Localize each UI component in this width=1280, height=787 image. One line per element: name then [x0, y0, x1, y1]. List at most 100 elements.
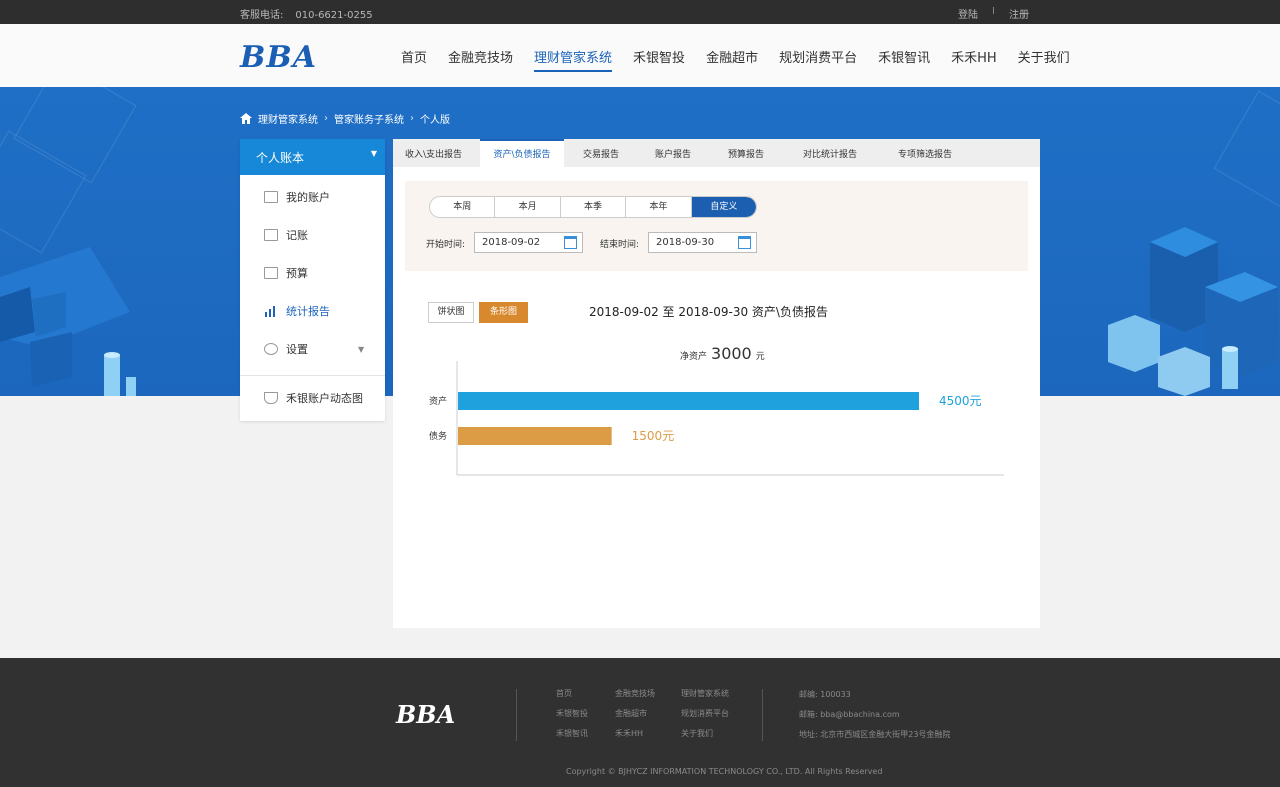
tab-asset-liability[interactable]: 资产\负债报告 [480, 139, 564, 167]
bar-chart: 资产 4500元债务 1500元 [429, 361, 1004, 476]
footer-link[interactable]: 禾银智讯 [556, 728, 588, 739]
sidebar: 个人账本 ▼ 我的账户 记账 预算 统计报告 设置 ▼ 禾银账户动态图 [240, 139, 385, 421]
period-custom[interactable]: 自定义 [691, 197, 756, 217]
report-tabs: 收入\支出报告 资产\负债报告 交易报告 账户报告 预算报告 对比统计报告 专项… [393, 139, 1040, 167]
footer-link[interactable]: 金融竞技场 [615, 688, 655, 699]
nav-hh[interactable]: 禾禾HH [951, 47, 997, 72]
end-date-field[interactable]: 2018-09-30 [648, 232, 757, 253]
footer-link[interactable]: 首页 [556, 688, 572, 699]
login-link[interactable]: 登陆 [958, 6, 978, 21]
calculator-icon [264, 267, 278, 279]
breadcrumb: 理财管家系统 › 管家账务子系统 › 个人版 [240, 111, 450, 126]
period-month[interactable]: 本月 [495, 197, 561, 217]
header: BBA 首页 金融竞技场 理财管家系统 禾银智投 金融超市 规划消费平台 禾银智… [0, 24, 1280, 87]
copyright: Copyright © BJHYCZ INFORMATION TECHNOLOG… [566, 767, 883, 776]
nav-wealth-system[interactable]: 理财管家系统 [534, 47, 613, 72]
bar-chart-icon [264, 305, 278, 317]
sidebar-item-label: 预算 [286, 267, 308, 280]
service-phone: 客服电话: 010-6621-0255 [240, 6, 373, 21]
tab-income-expense[interactable]: 收入\支出报告 [405, 139, 462, 167]
sidebar-item-label: 禾银账户动态图 [286, 392, 363, 405]
phone-number: 010-6621-0255 [295, 10, 373, 21]
gear-icon [264, 343, 278, 355]
sidebar-item-statistics[interactable]: 统计报告 [264, 303, 330, 319]
report-title: 2018-09-02 至 2018-09-30 资产\负债报告 [589, 305, 828, 319]
tab-comparison[interactable]: 对比统计报告 [803, 139, 857, 167]
data-label: 1500元 [632, 429, 675, 443]
sidebar-item-label: 统计报告 [286, 305, 330, 318]
footer-logo: BBA [396, 700, 456, 729]
breadcrumb-item[interactable]: 理财管家系统 [258, 111, 318, 126]
sidebar-item-settings[interactable]: 设置 ▼ [264, 341, 364, 357]
category-label: 资产 [429, 395, 447, 407]
bar [458, 392, 919, 410]
nav-home[interactable]: 首页 [401, 47, 427, 72]
footer-postcode: 邮编: 100033 [799, 690, 851, 699]
breadcrumb-item: 个人版 [420, 115, 450, 126]
footer-link[interactable]: 禾银智投 [556, 708, 588, 719]
chevron-right-icon: › [324, 113, 328, 124]
period-quarter[interactable]: 本季 [561, 197, 627, 217]
nav-smart-invest[interactable]: 禾银智投 [633, 47, 685, 72]
sidebar-item-label: 设置 [286, 343, 308, 356]
footer-link[interactable]: 规划消费平台 [681, 708, 729, 719]
phone-label: 客服电话: [240, 10, 284, 21]
footer-link[interactable]: 理财管家系统 [681, 688, 729, 699]
tab-budget[interactable]: 预算报告 [728, 139, 764, 167]
sidebar-item-dynamics[interactable]: 禾银账户动态图 [264, 390, 363, 406]
sidebar-item-label: 我的账户 [286, 191, 330, 204]
divider [240, 375, 385, 376]
sidebar-item-bookkeeping[interactable]: 记账 [264, 227, 308, 243]
nav-news[interactable]: 禾银智讯 [878, 47, 930, 72]
caret-down-icon: ▼ [358, 344, 365, 354]
filter-box: 本周 本月 本季 本年 自定义 开始时间: 2018-09-02 结束时间: 2… [405, 181, 1028, 271]
footer-email: 邮箱: bba@bbachina.com [799, 710, 900, 719]
edit-icon [264, 229, 278, 241]
footer-link[interactable]: 关于我们 [681, 728, 713, 739]
sidebar-item-label: 记账 [286, 229, 308, 242]
calendar-icon[interactable] [738, 236, 751, 249]
tab-transactions[interactable]: 交易报告 [583, 139, 619, 167]
tab-accounts[interactable]: 账户报告 [655, 139, 691, 167]
chevron-right-icon: › [410, 113, 414, 124]
sidebar-title: 个人账本 [256, 151, 305, 165]
nav-finance-market[interactable]: 金融超市 [706, 47, 758, 72]
start-date-label: 开始时间: [426, 240, 466, 250]
footer: BBA 首页 金融竞技场 理财管家系统 禾银智投 金融超市 规划消费平台 禾银智… [0, 658, 1280, 787]
top-bar: 客服电话: 010-6621-0255 登陆 I 注册 [0, 0, 1280, 24]
divider: I [992, 6, 995, 17]
data-label: 4500元 [939, 394, 982, 408]
footer-link[interactable]: 禾禾HH [615, 728, 643, 739]
bar-chart-button[interactable]: 条形图 [479, 302, 528, 323]
end-date-value: 2018-09-30 [656, 237, 715, 248]
footer-address: 地址: 北京市西城区金融大街甲23号金融院 [799, 730, 951, 739]
report-panel: 收入\支出报告 资产\负债报告 交易报告 账户报告 预算报告 对比统计报告 专项… [393, 139, 1040, 628]
chart-icon [264, 392, 278, 404]
divider [516, 689, 517, 741]
home-icon[interactable] [240, 113, 252, 124]
sidebar-item-accounts[interactable]: 我的账户 [264, 189, 330, 205]
divider [762, 689, 763, 741]
start-date-field[interactable]: 2018-09-02 [474, 232, 583, 253]
breadcrumb-item[interactable]: 管家账务子系统 [334, 111, 404, 126]
end-date-label: 结束时间: [600, 240, 640, 250]
sidebar-item-budget[interactable]: 预算 [264, 265, 308, 281]
tab-special-filter[interactable]: 专项筛选报告 [898, 139, 952, 167]
period-selector: 本周 本月 本季 本年 自定义 [429, 196, 757, 218]
period-year[interactable]: 本年 [626, 197, 692, 217]
register-link[interactable]: 注册 [1009, 6, 1029, 21]
asset-liability-chart: 净资产 3000 元 资产 4500元 债务 1500元 [393, 329, 1040, 489]
pie-chart-button[interactable]: 饼状图 [428, 302, 474, 323]
period-week[interactable]: 本周 [430, 197, 496, 217]
nav-arena[interactable]: 金融竞技场 [448, 47, 513, 72]
nav-consumption[interactable]: 规划消费平台 [779, 47, 857, 72]
footer-link[interactable]: 金融超市 [615, 708, 647, 719]
caret-down-icon: ▼ [370, 149, 377, 158]
card-icon [264, 191, 278, 203]
start-date-value: 2018-09-02 [482, 237, 541, 248]
calendar-icon[interactable] [564, 236, 577, 249]
category-label: 债务 [429, 430, 447, 442]
logo[interactable]: BBA [240, 40, 317, 75]
sidebar-header[interactable]: 个人账本 ▼ [240, 139, 385, 175]
nav-about[interactable]: 关于我们 [1018, 47, 1070, 72]
